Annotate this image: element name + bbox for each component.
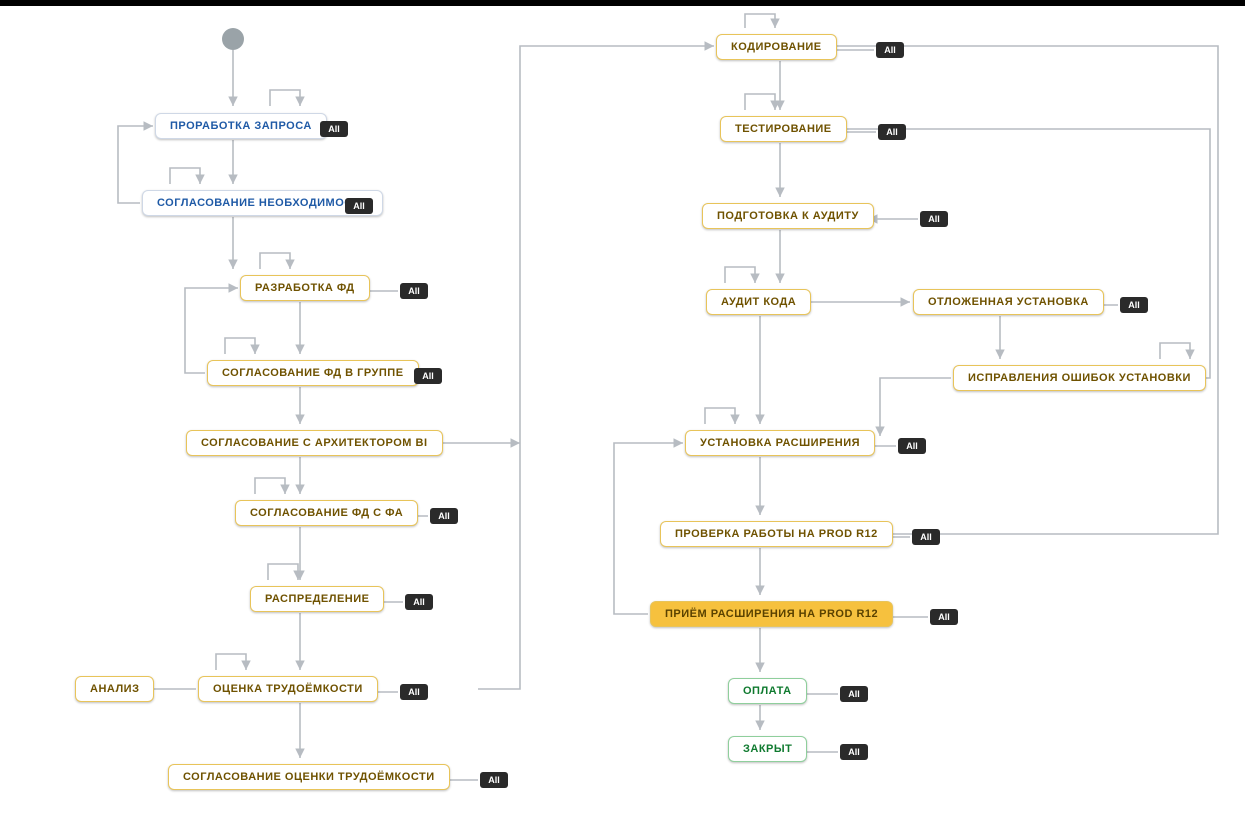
all-badge[interactable]: All: [1120, 297, 1148, 313]
all-badge[interactable]: All: [920, 211, 948, 227]
node-label: ИСПРАВЛЕНИЯ ОШИБОК УСТАНОВКИ: [968, 372, 1191, 384]
node-label: РАСПРЕДЕЛЕНИЕ: [265, 593, 369, 605]
node-ustanovka-rasshireniya[interactable]: УСТАНОВКА РАСШИРЕНИЯ: [685, 430, 875, 456]
node-oplata[interactable]: ОПЛАТА: [728, 678, 807, 704]
node-label: АНАЛИЗ: [90, 683, 139, 695]
node-proverka-raboty-na-prod-r12[interactable]: ПРОВЕРКА РАБОТЫ НА PROD R12: [660, 521, 893, 547]
all-badge[interactable]: All: [430, 508, 458, 524]
node-audit-koda[interactable]: АУДИТ КОДА: [706, 289, 811, 315]
all-badge[interactable]: All: [930, 609, 958, 625]
all-badge[interactable]: All: [345, 198, 373, 214]
node-label: СОГЛАСОВАНИЕ С АРХИТЕКТОРОМ BI: [201, 437, 428, 449]
node-label: СОГЛАСОВАНИЕ НЕОБХОДИМОСТИ: [157, 197, 368, 209]
node-zakryt[interactable]: ЗАКРЫТ: [728, 736, 807, 762]
node-label: ОПЛАТА: [743, 685, 792, 697]
node-label: РАЗРАБОТКА ФД: [255, 282, 355, 294]
node-label: ПРИЁМ РАСШИРЕНИЯ НА PROD R12: [665, 608, 878, 620]
node-label: ОТЛОЖЕННАЯ УСТАНОВКА: [928, 296, 1089, 308]
node-podgotovka-k-auditu[interactable]: ПОДГОТОВКА К АУДИТУ: [702, 203, 874, 229]
node-soglasovanie-fd-s-fa[interactable]: СОГЛАСОВАНИЕ ФД С ФА: [235, 500, 418, 526]
node-testirovanie[interactable]: ТЕСТИРОВАНИЕ: [720, 116, 847, 142]
all-badge[interactable]: All: [840, 686, 868, 702]
all-badge[interactable]: All: [480, 772, 508, 788]
node-prorabotka-zaprosa[interactable]: ПРОРАБОТКА ЗАПРОСА: [155, 113, 327, 139]
node-razrabotka-fd[interactable]: РАЗРАБОТКА ФД: [240, 275, 370, 301]
node-label: ПРОРАБОТКА ЗАПРОСА: [170, 120, 312, 132]
all-badge[interactable]: All: [405, 594, 433, 610]
node-label: ЗАКРЫТ: [743, 743, 792, 755]
all-badge[interactable]: All: [876, 42, 904, 58]
all-badge[interactable]: All: [878, 124, 906, 140]
start-node: [222, 28, 244, 50]
node-label: СОГЛАСОВАНИЕ ОЦЕНКИ ТРУДОЁМКОСТИ: [183, 771, 435, 783]
node-priem-rasshireniya-na-prod-r12[interactable]: ПРИЁМ РАСШИРЕНИЯ НА PROD R12: [650, 601, 893, 627]
node-label: УСТАНОВКА РАСШИРЕНИЯ: [700, 437, 860, 449]
all-badge[interactable]: All: [898, 438, 926, 454]
node-label: КОДИРОВАНИЕ: [731, 41, 822, 53]
node-label: ПОДГОТОВКА К АУДИТУ: [717, 210, 859, 222]
all-badge[interactable]: All: [912, 529, 940, 545]
node-otsenka-trudoemkosti[interactable]: ОЦЕНКА ТРУДОЁМКОСТИ: [198, 676, 378, 702]
node-raspredelenie[interactable]: РАСПРЕДЕЛЕНИЕ: [250, 586, 384, 612]
node-label: ОЦЕНКА ТРУДОЁМКОСТИ: [213, 683, 363, 695]
node-soglasovanie-fd-v-gruppe[interactable]: СОГЛАСОВАНИЕ ФД В ГРУППЕ: [207, 360, 419, 386]
all-badge[interactable]: All: [320, 121, 348, 137]
node-analiz[interactable]: АНАЛИЗ: [75, 676, 154, 702]
node-label: АУДИТ КОДА: [721, 296, 796, 308]
all-badge[interactable]: All: [840, 744, 868, 760]
all-badge[interactable]: All: [400, 684, 428, 700]
node-label: СОГЛАСОВАНИЕ ФД С ФА: [250, 507, 403, 519]
node-label: ТЕСТИРОВАНИЕ: [735, 123, 832, 135]
node-ispravleniya-oshibok-ustanovki[interactable]: ИСПРАВЛЕНИЯ ОШИБОК УСТАНОВКИ: [953, 365, 1206, 391]
all-badge[interactable]: All: [414, 368, 442, 384]
node-label: ПРОВЕРКА РАБОТЫ НА PROD R12: [675, 528, 878, 540]
workflow-diagram: ПРОРАБОТКА ЗАПРОСА СОГЛАСОВАНИЕ НЕОБХОДИ…: [0, 0, 1245, 835]
node-soglasovanie-otsenki-trudoemkosti[interactable]: СОГЛАСОВАНИЕ ОЦЕНКИ ТРУДОЁМКОСТИ: [168, 764, 450, 790]
node-otlozhennaya-ustanovka[interactable]: ОТЛОЖЕННАЯ УСТАНОВКА: [913, 289, 1104, 315]
all-badge[interactable]: All: [400, 283, 428, 299]
node-kodirovanie[interactable]: КОДИРОВАНИЕ: [716, 34, 837, 60]
node-label: СОГЛАСОВАНИЕ ФД В ГРУППЕ: [222, 367, 404, 379]
node-soglasovanie-s-arkhitektorom-bi[interactable]: СОГЛАСОВАНИЕ С АРХИТЕКТОРОМ BI: [186, 430, 443, 456]
